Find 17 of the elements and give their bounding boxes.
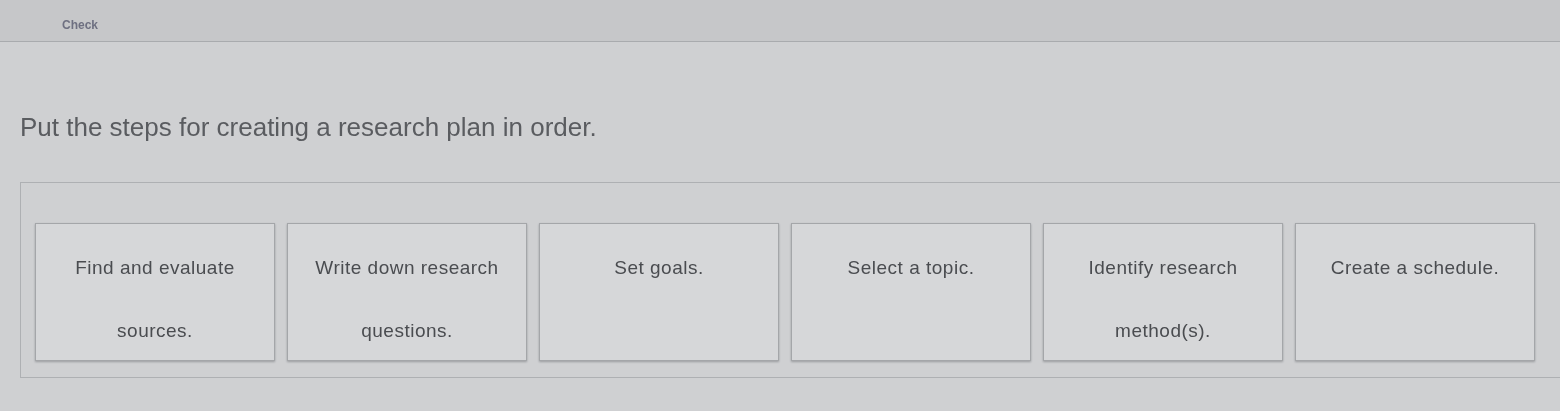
step-tile[interactable]: Create a schedule. — [1295, 223, 1535, 361]
step-text: method(s). — [1114, 318, 1212, 343]
step-text: Select a topic. — [846, 256, 976, 280]
step-text: questions. — [360, 318, 454, 343]
step-text: Create a schedule. — [1329, 256, 1501, 280]
step-text: sources. — [116, 318, 194, 343]
header-label: Check — [62, 18, 99, 32]
step-tile[interactable]: Find and evaluate sources. — [35, 223, 275, 361]
step-text: Set goals. — [613, 256, 705, 280]
step-text: Write down research — [314, 256, 500, 280]
step-text: Identify research — [1087, 256, 1239, 280]
step-text: Find and evaluate — [74, 256, 236, 280]
prompt-text: Put the steps for creating a research plan in order. — [19, 111, 598, 140]
step-tile[interactable]: Write down research questions. — [287, 223, 527, 361]
step-tile[interactable]: Set goals. — [539, 223, 779, 361]
step-tile[interactable]: Identify research method(s). — [1043, 223, 1283, 361]
step-tile[interactable]: Select a topic. — [791, 223, 1031, 361]
